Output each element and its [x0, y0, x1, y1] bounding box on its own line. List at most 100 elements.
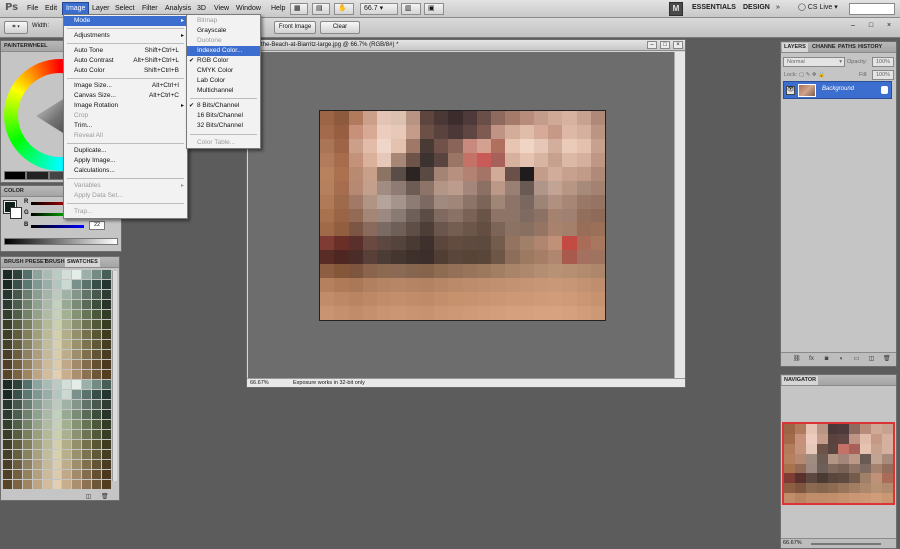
- swatch[interactable]: [42, 430, 52, 439]
- swatch[interactable]: [52, 300, 62, 309]
- swatch[interactable]: [42, 440, 52, 449]
- swatch[interactable]: [102, 320, 111, 329]
- swatch[interactable]: [52, 410, 62, 419]
- swatch[interactable]: [12, 440, 22, 449]
- menu-item-8-bits[interactable]: ✔ 8 Bits/Channel: [187, 101, 260, 111]
- swatch[interactable]: [42, 320, 52, 329]
- swatch[interactable]: [3, 380, 12, 389]
- layer-mask-icon[interactable]: ◙: [823, 356, 830, 363]
- swatch[interactable]: [92, 370, 102, 379]
- swatch[interactable]: [62, 420, 72, 429]
- swatch[interactable]: [82, 340, 92, 349]
- swatch[interactable]: [92, 350, 102, 359]
- menu-item-image-rotation[interactable]: Image Rotation ▸: [64, 101, 187, 111]
- swatch[interactable]: [3, 460, 12, 469]
- swatch[interactable]: [102, 340, 111, 349]
- swatch[interactable]: [32, 350, 42, 359]
- document-tab[interactable]: the-Beach-at-Biarritz-large.jpg @ 66.7% …: [247, 40, 685, 51]
- swatch[interactable]: [102, 360, 111, 369]
- swatch[interactable]: [62, 410, 72, 419]
- swatch[interactable]: [92, 290, 102, 299]
- swatch[interactable]: [92, 330, 102, 339]
- swatch[interactable]: [3, 300, 12, 309]
- navigator-preview[interactable]: [782, 422, 895, 505]
- swatch[interactable]: [12, 450, 22, 459]
- swatch[interactable]: [32, 410, 42, 419]
- layer-row[interactable]: 👁 Background: [783, 81, 892, 99]
- menu-item-32-bits[interactable]: 32 Bits/Channel: [187, 121, 260, 131]
- swatch[interactable]: [82, 300, 92, 309]
- menu-item-lab-color[interactable]: Lab Color: [187, 76, 260, 86]
- swatch[interactable]: [22, 340, 32, 349]
- swatch[interactable]: [92, 320, 102, 329]
- swatch[interactable]: [72, 360, 82, 369]
- menu-item-image-size[interactable]: Image Size... Alt+Ctrl+I: [64, 81, 187, 91]
- swatch[interactable]: [3, 280, 12, 289]
- swatch[interactable]: [42, 360, 52, 369]
- swatch[interactable]: [72, 300, 82, 309]
- swatch[interactable]: [92, 480, 102, 489]
- swatch[interactable]: [72, 370, 82, 379]
- swatch[interactable]: [102, 410, 111, 419]
- swatch[interactable]: [52, 430, 62, 439]
- slider-b[interactable]: [31, 225, 84, 228]
- search-input[interactable]: [849, 3, 895, 15]
- swatch[interactable]: [82, 320, 92, 329]
- swatch[interactable]: [92, 380, 102, 389]
- delete-layer-icon[interactable]: 🗑: [883, 356, 891, 363]
- swatch[interactable]: [102, 380, 111, 389]
- menu-item-variables[interactable]: Variables ▸: [64, 181, 187, 191]
- swatch[interactable]: [62, 430, 72, 439]
- swatch[interactable]: [82, 370, 92, 379]
- menu-item-crop[interactable]: Crop: [64, 111, 187, 121]
- swatch[interactable]: [92, 430, 102, 439]
- menu-item-indexed-color[interactable]: Indexed Color...: [187, 46, 260, 56]
- swatch[interactable]: [32, 340, 42, 349]
- swatch[interactable]: [72, 410, 82, 419]
- swatch[interactable]: [52, 350, 62, 359]
- swatch[interactable]: [12, 470, 22, 479]
- swatch[interactable]: [12, 300, 22, 309]
- swatch[interactable]: [102, 400, 111, 409]
- swatch[interactable]: [32, 470, 42, 479]
- swatch[interactable]: [12, 380, 22, 389]
- swatch[interactable]: [92, 450, 102, 459]
- swatch[interactable]: [32, 450, 42, 459]
- swatch[interactable]: [82, 460, 92, 469]
- document-vertical-scrollbar[interactable]: [674, 52, 685, 379]
- document-status-text[interactable]: Exposure works in 32-bit only: [293, 379, 365, 387]
- swatch[interactable]: [52, 290, 62, 299]
- swatch[interactable]: [92, 440, 102, 449]
- close-icon[interactable]: ×: [884, 22, 894, 32]
- swatch[interactable]: [3, 480, 12, 489]
- swatch[interactable]: [22, 280, 32, 289]
- swatch[interactable]: [22, 310, 32, 319]
- tab-navigator[interactable]: NAVIGATOR: [782, 376, 819, 385]
- swatches-scrollbar[interactable]: [112, 271, 117, 481]
- swatch[interactable]: [22, 450, 32, 459]
- swatch[interactable]: [82, 450, 92, 459]
- swatch[interactable]: [62, 390, 72, 399]
- swatch[interactable]: [22, 390, 32, 399]
- swatch[interactable]: [82, 310, 92, 319]
- swatch[interactable]: [82, 480, 92, 489]
- swatch[interactable]: [82, 400, 92, 409]
- swatch[interactable]: [32, 460, 42, 469]
- swatch[interactable]: [12, 320, 22, 329]
- swatch[interactable]: [3, 360, 12, 369]
- menu-help[interactable]: Help: [268, 3, 288, 15]
- workspace-menu-icon[interactable]: M: [669, 2, 683, 16]
- color-ramp[interactable]: [4, 238, 118, 245]
- tab-channels[interactable]: CHANNE: [810, 43, 838, 52]
- swatch[interactable]: [92, 280, 102, 289]
- swatch[interactable]: [42, 480, 52, 489]
- restore-icon[interactable]: □: [866, 22, 876, 32]
- tab-painterwheel[interactable]: PAINTERWHEEL: [2, 42, 50, 51]
- swatch[interactable]: [62, 350, 72, 359]
- swatch[interactable]: [102, 440, 111, 449]
- swatch[interactable]: [12, 270, 22, 279]
- crop-tool-preset-icon[interactable]: ⌗ ▾: [4, 21, 28, 34]
- swatch[interactable]: [102, 470, 111, 479]
- blend-mode-select[interactable]: Normal ▾: [783, 57, 845, 67]
- swatch[interactable]: [82, 380, 92, 389]
